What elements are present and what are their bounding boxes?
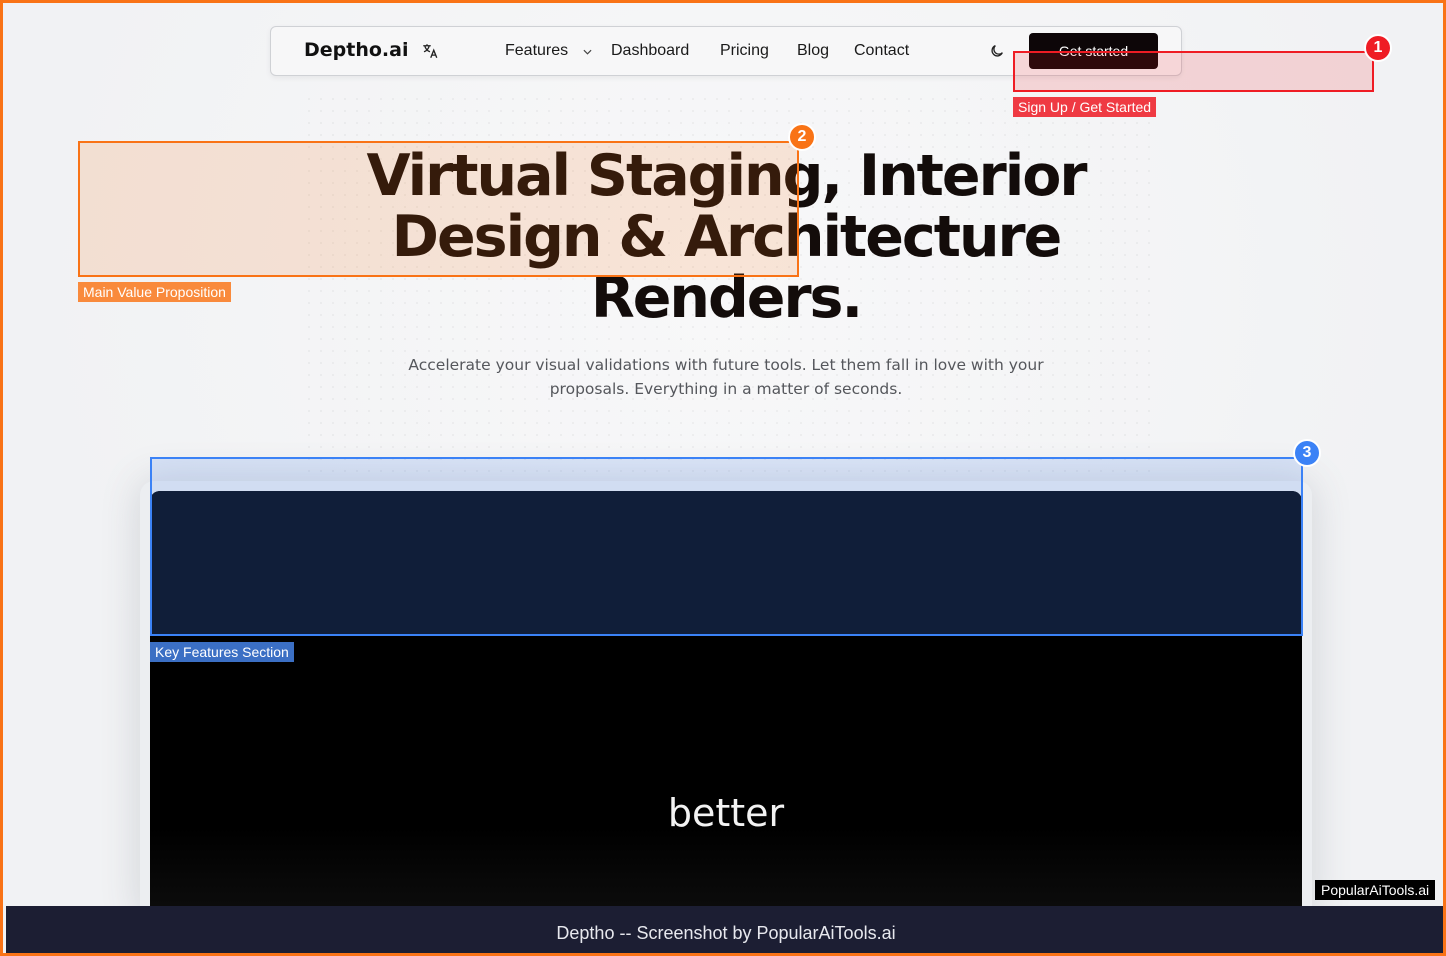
- annotation-box-sign-up: [1013, 51, 1374, 92]
- nav-item-pricing[interactable]: Pricing: [720, 42, 769, 60]
- annotation-badge: 3: [1293, 439, 1321, 467]
- screenshot-frame: Deptho.ai Features Dashboard Pricing Blo…: [0, 0, 1446, 956]
- nav-item-dashboard[interactable]: Dashboard: [611, 42, 689, 60]
- annotation-badge: 1: [1364, 34, 1392, 62]
- hero-subtitle: Accelerate your visual validations with …: [396, 353, 1056, 401]
- footer-caption: Deptho -- Screenshot by PopularAiTools.a…: [6, 906, 1443, 953]
- video-caption: better: [667, 791, 785, 835]
- annotation-box-value-proposition: [78, 141, 799, 277]
- chevron-down-icon[interactable]: [583, 49, 592, 55]
- nav-item-features[interactable]: Features: [505, 42, 568, 60]
- annotation-label: Key Features Section: [150, 642, 294, 662]
- annotation-box-key-features: [150, 457, 1303, 636]
- translate-icon[interactable]: [421, 42, 439, 60]
- annotation-label: Main Value Proposition: [78, 282, 231, 302]
- nav-item-contact[interactable]: Contact: [854, 42, 909, 60]
- moon-icon[interactable]: [989, 43, 1005, 59]
- nav-item-blog[interactable]: Blog: [797, 42, 829, 60]
- annotation-badge: 2: [788, 123, 816, 151]
- watermark: PopularAiTools.ai: [1315, 880, 1436, 900]
- hero-subtitle-line: proposals. Everything in a matter of sec…: [549, 380, 903, 398]
- logo[interactable]: Deptho.ai: [304, 39, 408, 61]
- hero-subtitle-line: Accelerate your visual validations with …: [408, 356, 1044, 374]
- annotation-label: Sign Up / Get Started: [1013, 97, 1157, 117]
